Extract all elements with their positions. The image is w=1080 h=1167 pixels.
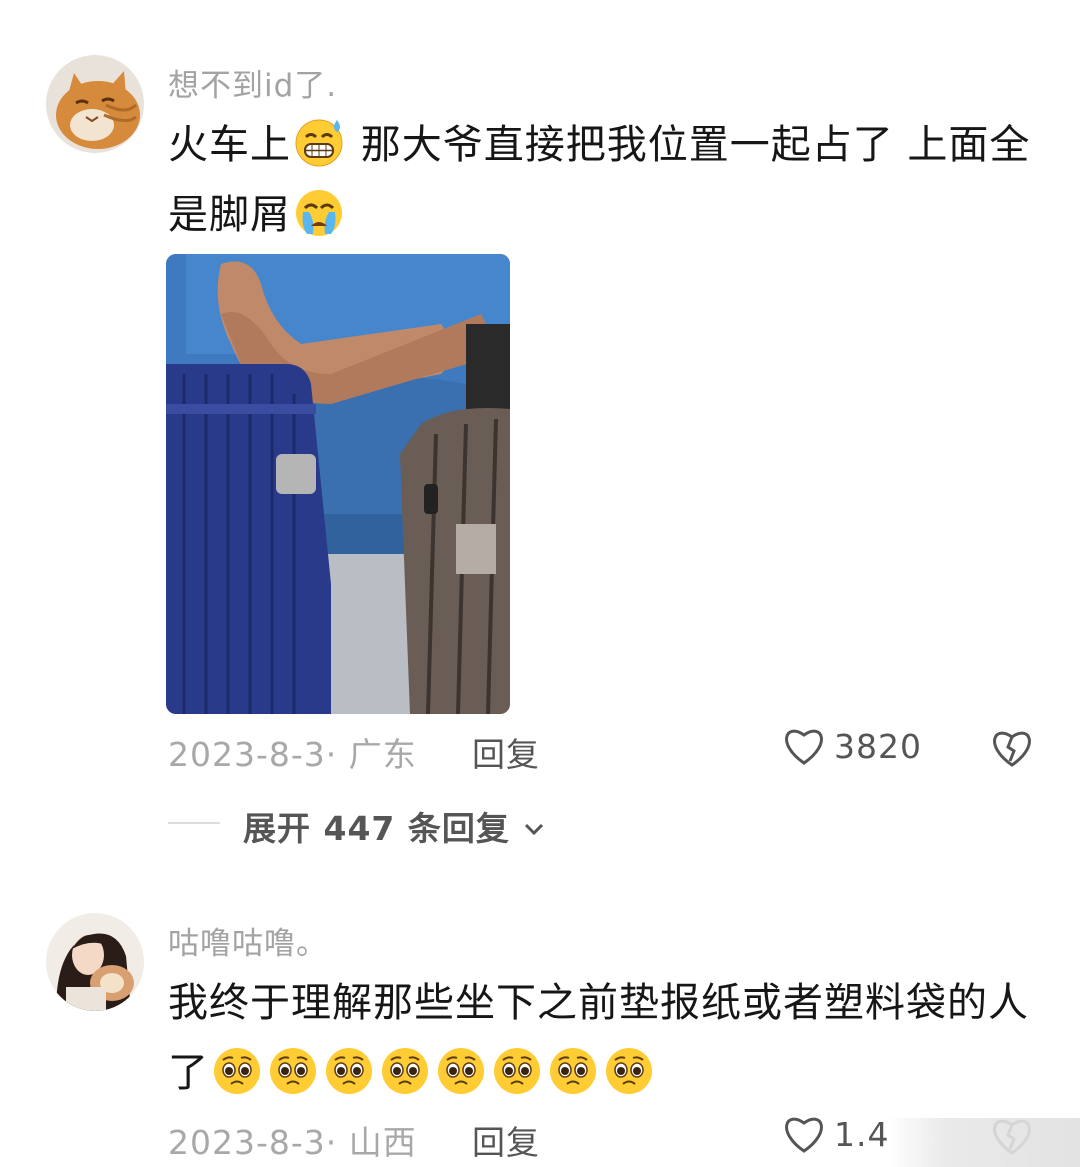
pleading-face-emoji [382, 1048, 428, 1094]
like-count: 3820 [834, 726, 922, 766]
pleading-face-emoji [214, 1048, 260, 1094]
expand-replies-label: 展开 447 条回复 [243, 809, 510, 848]
pleading-face-emoji [326, 1048, 372, 1094]
comment-photo[interactable] [166, 254, 510, 714]
sweat-grin-emoji [295, 119, 343, 167]
heart-outline-icon [785, 1117, 823, 1153]
broken-heart-icon[interactable] [990, 728, 1034, 768]
chevron-down-icon [525, 823, 544, 836]
expand-divider [168, 822, 220, 824]
comment-text-part1: 火车上 [168, 122, 291, 168]
avatar-girl[interactable] [46, 913, 144, 1011]
reply-button[interactable]: 回复 [472, 1116, 540, 1164]
watermark-overlay [888, 1118, 1080, 1167]
pleading-face-emoji [550, 1048, 596, 1094]
comment-date-location: 2023-8-3· 山西 [168, 1123, 417, 1162]
heart-outline-icon [785, 729, 823, 765]
pleading-face-emoji [494, 1048, 540, 1094]
comment-username[interactable]: 想不到id了. [168, 60, 337, 105]
comment-username[interactable]: 咕噜咕噜。 [168, 918, 328, 963]
crying-emoji [296, 190, 342, 236]
comment-date-location: 2023-8-3· 广东 [168, 735, 417, 774]
expand-replies-button[interactable]: 展开 447 条回复 [243, 802, 546, 850]
comment-text: 火车上 那大爷直接把我位置一起占了 上面全是脚屑 [168, 110, 1038, 250]
like-button[interactable]: 3820 [782, 726, 922, 766]
like-button[interactable]: 1.4 [782, 1114, 889, 1154]
pleading-face-emoji [270, 1048, 316, 1094]
comment-text: 我终于理解那些坐下之前垫报纸或者塑料袋的人了 [168, 968, 1038, 1108]
reply-button[interactable]: 回复 [472, 728, 540, 776]
like-count: 1.4 [834, 1114, 890, 1154]
pleading-face-emoji [438, 1048, 484, 1094]
pleading-face-emoji [606, 1048, 652, 1094]
avatar-cat[interactable] [46, 55, 144, 153]
